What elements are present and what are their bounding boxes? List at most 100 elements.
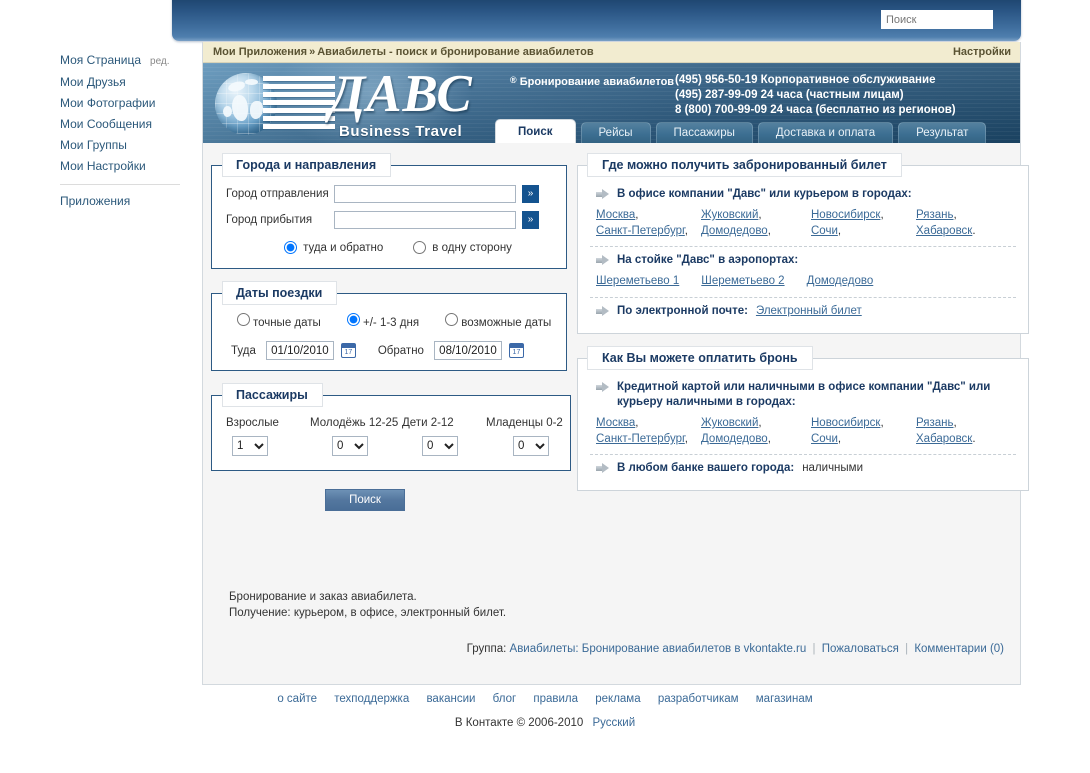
date-mode-possible-option[interactable]: возможные даты	[445, 313, 551, 329]
app-settings-link[interactable]: Настройки	[953, 46, 1011, 58]
city-link-khabarovsk[interactable]: Хабаровск	[916, 225, 972, 237]
punct: .	[972, 433, 975, 445]
trip-type-round-radio[interactable]	[284, 241, 297, 254]
sidebar-item-my-messages[interactable]: Мои Сообщения	[60, 114, 182, 135]
app-description-line-2: Получение: курьером, в офисе, электронны…	[229, 605, 1020, 621]
sidebar-item-label: Мои Группы	[60, 138, 127, 152]
breadcrumb-root-link[interactable]: Мои Приложения	[213, 46, 307, 58]
app-banner: ДАВС Business Travel Agency ® Бронирован…	[203, 63, 1020, 143]
trip-type-oneway-radio[interactable]	[413, 241, 426, 254]
youth-select[interactable]: 0	[332, 436, 368, 456]
tab-result[interactable]: Результат	[898, 122, 986, 143]
infants-select[interactable]: 0	[513, 436, 549, 456]
tab-passengers[interactable]: Пассажиры	[656, 122, 753, 143]
city-link-novosibirsk[interactable]: Новосибирск	[811, 209, 880, 221]
adults-select[interactable]: 1	[232, 436, 268, 456]
city-link-sochi[interactable]: Сочи	[811, 225, 838, 237]
date-mode-flex-radio[interactable]	[347, 313, 360, 326]
footer-link-developers[interactable]: разработчикам	[658, 693, 739, 705]
tab-search[interactable]: Поиск	[495, 119, 576, 143]
departure-label: Город отправления	[226, 188, 334, 200]
ticket-receive-legend: Где можно получить забронированный билет	[587, 153, 902, 177]
departure-city-input[interactable]	[334, 185, 516, 203]
footer-link-ads[interactable]: реклама	[595, 693, 640, 705]
sidebar-item-my-groups[interactable]: Мои Группы	[60, 135, 182, 156]
list-item: Хабаровск.	[916, 433, 1016, 445]
arrow-bullet-icon	[596, 306, 609, 317]
departure-picker-button[interactable]: »	[522, 185, 539, 203]
city-link-moscow[interactable]: Москва	[596, 209, 635, 221]
trip-type-oneway-option[interactable]: в одну сторону	[413, 241, 512, 254]
search-input[interactable]	[886, 11, 988, 28]
arrow-bullet-icon	[596, 463, 609, 474]
complain-link[interactable]: Пожаловаться	[822, 643, 899, 655]
comments-link[interactable]: Комментарии (0)	[914, 643, 1004, 655]
calendar-icon[interactable]	[509, 343, 524, 358]
sidebar-item-my-photos[interactable]: Мои Фотографии	[60, 93, 182, 114]
city-link-domodedovo[interactable]: Домодедово	[701, 225, 768, 237]
pay-city-link-khabarovsk[interactable]: Хабаровск	[916, 433, 972, 445]
sidebar-item-label: Приложения	[60, 194, 130, 208]
footer-link-blog[interactable]: блог	[493, 693, 517, 705]
group-link[interactable]: Авиабилеты: Бронирование авиабилетов в v…	[510, 643, 807, 655]
pay-city-link-ryazan[interactable]: Рязань	[916, 417, 954, 429]
site-search[interactable]	[881, 10, 993, 29]
sidebar-item-my-page[interactable]: Моя Страницаред.	[60, 50, 182, 72]
children-select[interactable]: 0	[422, 436, 458, 456]
outbound-date-input[interactable]	[266, 341, 334, 360]
date-mode-flex-option[interactable]: +/- 1-3 дня	[347, 313, 419, 329]
sidebar-item-label: Мои Сообщения	[60, 117, 152, 131]
language-link[interactable]: Русский	[592, 717, 635, 729]
footer-link-jobs[interactable]: вакансии	[426, 693, 475, 705]
airport-link-domodedovo[interactable]: Домодедово	[807, 275, 874, 287]
sidebar-item-my-friends[interactable]: Мои Друзья	[60, 72, 182, 93]
airport-link-sheremetyevo-1[interactable]: Шереметьево 1	[596, 275, 679, 287]
city-link-zhukovsky[interactable]: Жуковский	[701, 209, 758, 221]
pay-city-link-sochi[interactable]: Сочи	[811, 433, 838, 445]
city-link-saint-petersburg[interactable]: Санкт-Петербург	[596, 225, 685, 237]
banner-registered-text: ® Бронирование авиабилетов	[510, 75, 674, 88]
trip-type-round-option[interactable]: туда и обратно	[284, 241, 383, 254]
city-link-ryazan[interactable]: Рязань	[916, 209, 954, 221]
return-date-input[interactable]	[434, 341, 502, 360]
tab-delivery-payment[interactable]: Доставка и оплата	[758, 122, 893, 143]
pay-city-link-moscow[interactable]: Москва	[596, 417, 635, 429]
davs-logo: ДАВС Business Travel Agency	[211, 66, 501, 142]
cities-panel-legend: Города и направления	[222, 153, 391, 177]
punct: ,	[685, 433, 688, 445]
footer-link-shops[interactable]: магазинам	[756, 693, 813, 705]
arrival-picker-button[interactable]: »	[522, 211, 539, 229]
footer-link-rules[interactable]: правила	[533, 693, 578, 705]
airport-link-sheremetyevo-2[interactable]: Шереметьево 2	[701, 275, 784, 287]
sidebar-item-apps[interactable]: Приложения	[60, 191, 182, 212]
search-submit-button[interactable]: Поиск	[325, 489, 405, 511]
pay-city-link-domodedovo[interactable]: Домодедово	[701, 433, 768, 445]
group-label: Группа:	[467, 643, 507, 655]
payment-legend: Как Вы можете оплатить бронь	[587, 346, 813, 370]
pay-city-link-zhukovsky[interactable]: Жуковский	[701, 417, 758, 429]
banner-reg-label: Бронирование авиабилетов	[520, 76, 674, 88]
arrival-city-input[interactable]	[334, 211, 516, 229]
brand-name: ДАВС	[329, 64, 473, 124]
card-heading: Кредитной картой или наличными в офисе к…	[617, 380, 1016, 410]
date-mode-exact-option[interactable]: точные даты	[237, 313, 321, 329]
footer-link-support[interactable]: техподдержка	[334, 693, 409, 705]
tab-flights[interactable]: Рейсы	[581, 122, 651, 143]
pay-city-link-saint-petersburg[interactable]: Санкт-Петербург	[596, 433, 685, 445]
pay-city-link-novosibirsk[interactable]: Новосибирск	[811, 417, 880, 429]
return-date-label: Обратно	[378, 345, 424, 357]
page-root: Моя Страницаред. Мои Друзья Мои Фотограф…	[0, 0, 1090, 773]
card-heading-row: Кредитной картой или наличными в офисе к…	[590, 374, 1016, 414]
list-item: Санкт-Петербург,	[596, 225, 701, 237]
calendar-icon[interactable]	[341, 343, 356, 358]
date-mode-possible-radio[interactable]	[445, 313, 458, 326]
footer-link-about[interactable]: о сайте	[277, 693, 317, 705]
bank-value: наличными	[802, 461, 863, 476]
date-mode-exact-radio[interactable]	[237, 313, 250, 326]
sidebar-item-my-settings[interactable]: Мои Настройки	[60, 156, 182, 177]
sidebar-item-edit-link[interactable]: ред.	[150, 56, 170, 67]
globe-landmass	[223, 106, 232, 117]
page-footer: о сайте техподдержка вакансии блог прави…	[0, 693, 1090, 729]
e-ticket-link[interactable]: Электронный билет	[756, 304, 862, 319]
footer-links: о сайте техподдержка вакансии блог прави…	[0, 693, 1090, 705]
